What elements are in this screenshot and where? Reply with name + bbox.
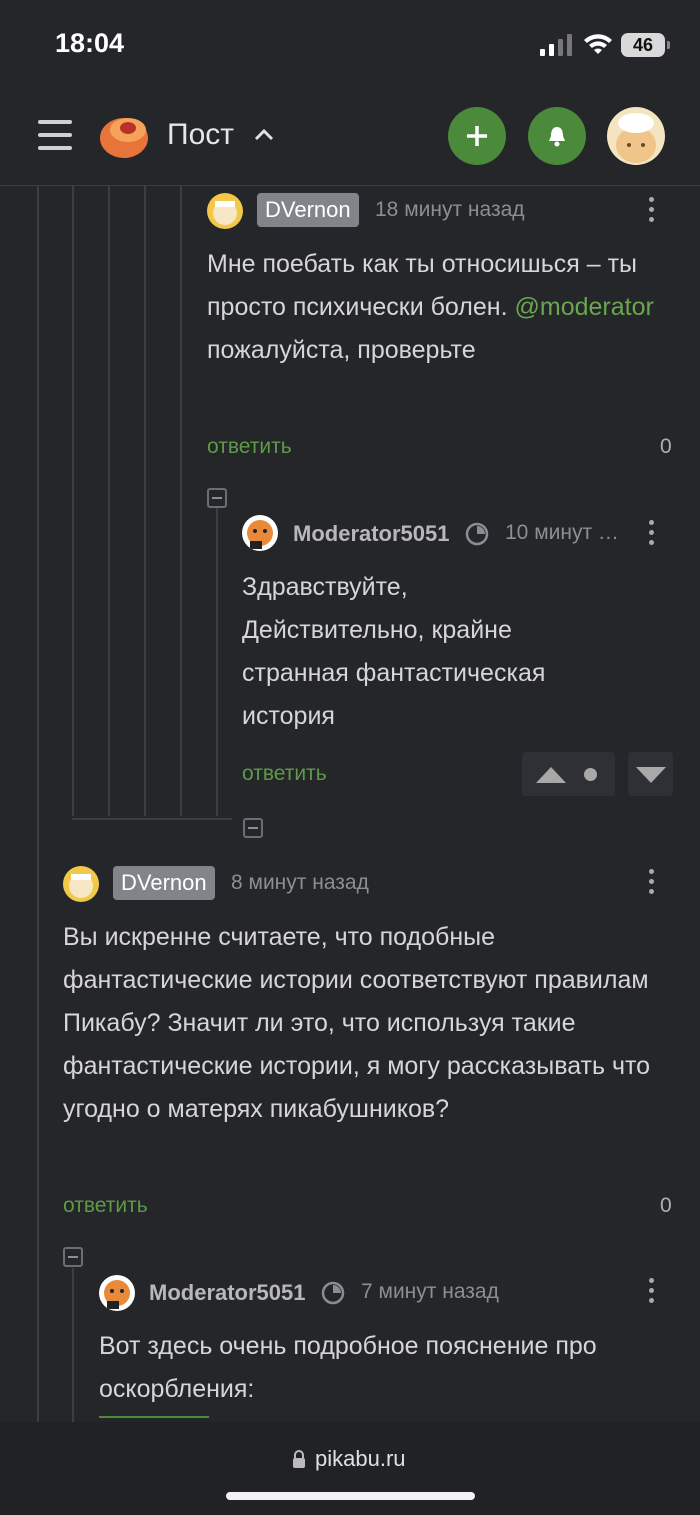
thread-line — [72, 1268, 74, 1422]
page-title[interactable]: Пост — [167, 118, 234, 152]
comment-rating: 0 — [660, 435, 672, 458]
comment-time: 18 минут назад — [375, 198, 525, 221]
browser-bottom-bar: pikabu.ru — [0, 1422, 700, 1515]
comment-rating: 0 — [660, 1194, 672, 1217]
comment-text-part: пожалуйста, проверьте — [207, 336, 476, 364]
thread-line — [37, 186, 39, 1422]
more-options-icon[interactable] — [646, 1278, 656, 1308]
home-indicator[interactable] — [226, 1492, 475, 1500]
moderator-shield-icon — [465, 522, 489, 546]
wifi-icon — [584, 34, 612, 54]
lock-icon — [293, 1450, 305, 1468]
comment-time: 10 минут … — [505, 521, 619, 544]
avatar-face-icon — [242, 515, 278, 551]
collapse-icon[interactable] — [243, 818, 263, 838]
chevron-up-icon[interactable] — [254, 127, 274, 141]
avatar[interactable] — [207, 193, 243, 229]
avatar[interactable] — [242, 515, 278, 551]
downvote-icon[interactable] — [636, 767, 666, 783]
comment-text: Здравствуйте, Действительно, крайне стра… — [242, 573, 546, 730]
bell-icon — [549, 127, 565, 147]
pikabu-logo-icon[interactable] — [98, 110, 150, 160]
username[interactable]: Moderator5051 — [149, 1280, 306, 1306]
moderator-shield-icon — [321, 1281, 345, 1305]
plus-icon — [467, 126, 487, 146]
status-time: 18:04 — [55, 28, 125, 58]
thread-line — [72, 818, 232, 820]
more-options-icon[interactable] — [646, 197, 656, 227]
comment-text: Вы искренне считаете, что подобные фанта… — [63, 923, 651, 1123]
comment-time: 8 минут назад — [231, 871, 369, 894]
downvote-box — [628, 752, 673, 796]
signal-icon — [540, 34, 572, 56]
reply-link[interactable]: ответить — [207, 435, 292, 459]
avatar-face-icon — [99, 1275, 135, 1311]
notifications-button[interactable] — [528, 107, 586, 165]
reply-link[interactable]: ответить — [63, 1194, 148, 1218]
thread-line — [144, 186, 146, 816]
thread-line — [216, 508, 218, 816]
url-address[interactable]: pikabu.ru — [315, 1446, 406, 1472]
reply-link[interactable]: ответить — [242, 762, 327, 786]
avatar[interactable] — [63, 866, 99, 902]
upvote-icon[interactable] — [536, 767, 566, 783]
user-avatar[interactable] — [607, 107, 665, 165]
add-post-button[interactable] — [448, 107, 506, 165]
comment-text: Вот здесь очень подробное пояснение про … — [99, 1332, 597, 1403]
thread-line — [180, 186, 182, 816]
avatar[interactable] — [99, 1275, 135, 1311]
vote-controls — [522, 752, 615, 796]
username[interactable]: Moderator5051 — [293, 521, 450, 547]
avatar-face-icon — [63, 866, 99, 902]
collapse-icon[interactable] — [63, 1247, 83, 1267]
mention-link[interactable]: @moderator — [514, 293, 653, 321]
avatar-face-icon — [616, 113, 656, 163]
battery-indicator: 46 — [621, 33, 670, 57]
more-options-icon[interactable] — [646, 869, 656, 899]
collapse-icon[interactable] — [207, 488, 227, 508]
menu-icon[interactable] — [38, 120, 72, 150]
app-header: Пост — [0, 90, 700, 186]
vote-dot-icon — [584, 768, 597, 781]
more-options-icon[interactable] — [646, 520, 656, 550]
username-badge[interactable]: DVernon — [113, 866, 215, 900]
thread-line — [108, 186, 110, 816]
thread-line — [72, 186, 74, 816]
comment-time: 7 минут назад — [361, 1280, 499, 1303]
username-badge[interactable]: DVernon — [257, 193, 359, 227]
avatar-face-icon — [207, 193, 243, 229]
status-bar: 18:04 46 — [0, 0, 700, 90]
comment-text: Мне поебать как ты относишься – ты прост… — [207, 243, 662, 372]
